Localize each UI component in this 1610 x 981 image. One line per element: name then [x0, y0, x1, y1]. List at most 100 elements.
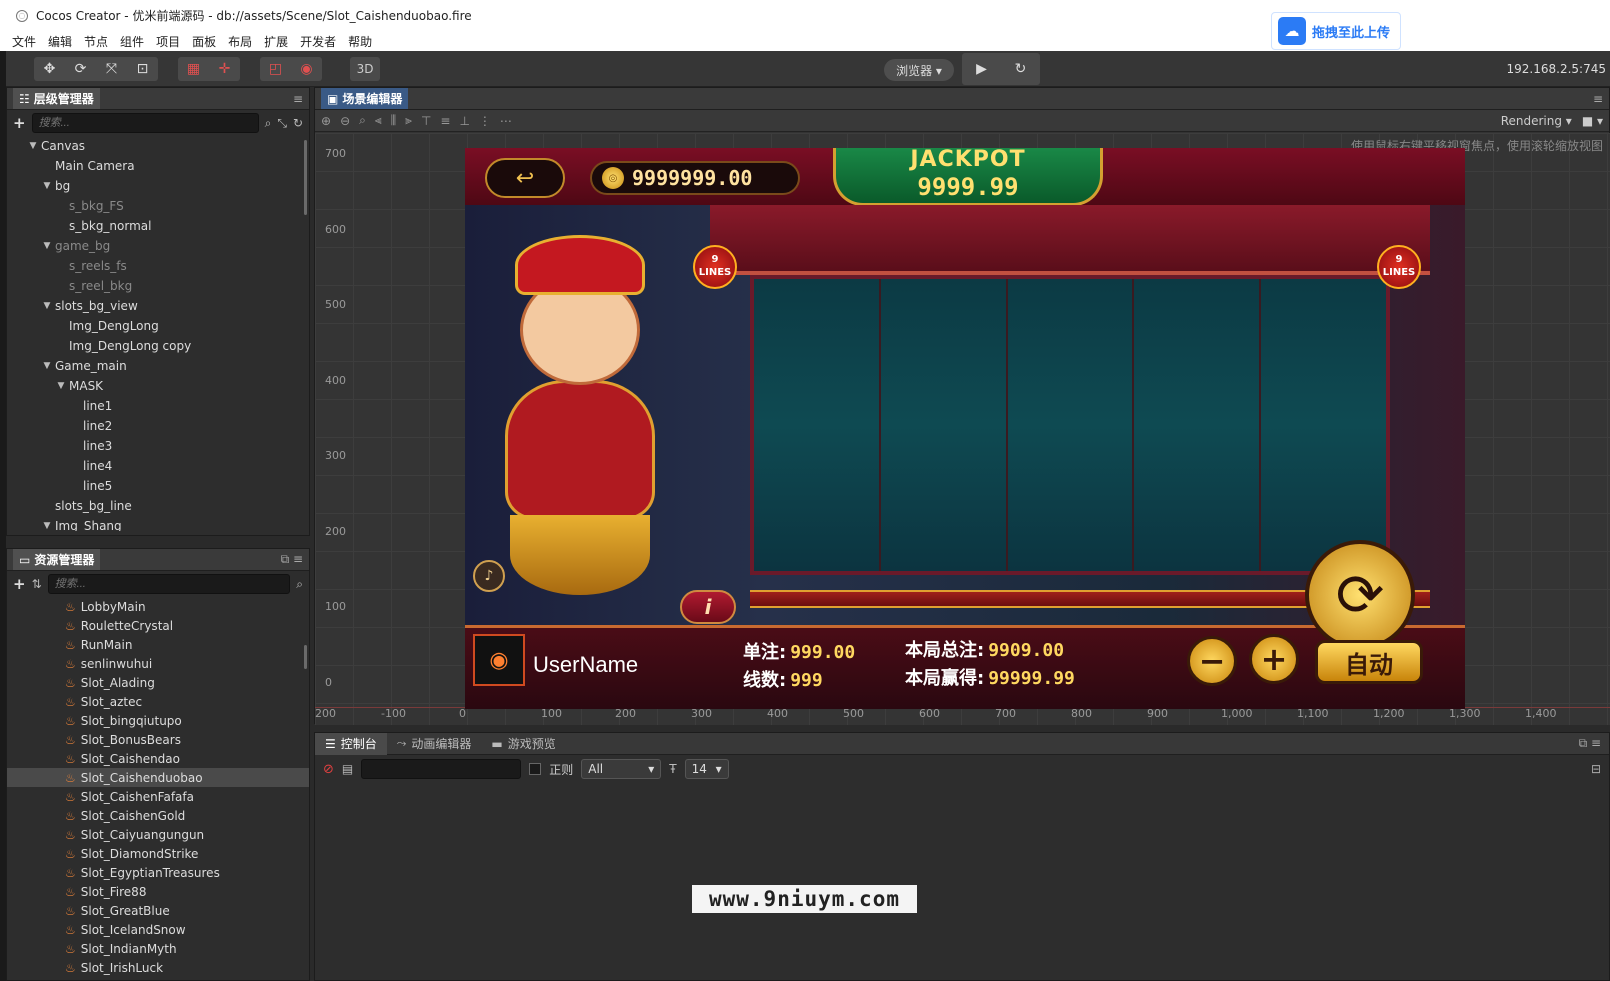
- assets-search-input[interactable]: [47, 574, 291, 594]
- align-top-icon[interactable]: ⊤: [421, 114, 431, 128]
- hierarchy-node[interactable]: ▼s_reels_fs: [7, 256, 309, 276]
- hierarchy-node[interactable]: ▼line4: [7, 456, 309, 476]
- menu-project[interactable]: 项目: [156, 33, 180, 50]
- collapse-console-icon[interactable]: ⊟: [1591, 762, 1601, 776]
- hierarchy-node[interactable]: ▼s_reel_bkg: [7, 276, 309, 296]
- center-icon[interactable]: ✛: [209, 57, 240, 81]
- align-right-icon[interactable]: ⫸: [405, 113, 412, 128]
- expand-arrow-icon[interactable]: ▼: [41, 301, 53, 311]
- asset-item[interactable]: ♨ LobbyMain: [7, 597, 309, 616]
- spin-button[interactable]: ⟳: [1305, 540, 1415, 650]
- avatar[interactable]: ◉: [473, 634, 525, 686]
- camera-icon[interactable]: ■ ▾: [1582, 114, 1603, 128]
- hierarchy-node[interactable]: ▼ Img_Shang: [7, 516, 309, 531]
- asset-item[interactable]: ♨ Slot_CaishenFafafa: [7, 787, 309, 806]
- rect-tool-icon[interactable]: ⊡: [127, 57, 158, 81]
- hierarchy-node[interactable]: ▼s_bkg_FS: [7, 196, 309, 216]
- expand-arrow-icon[interactable]: ▼: [41, 181, 53, 191]
- panel-menu-icon[interactable]: ≡: [1593, 92, 1603, 106]
- search-icon[interactable]: ⌕: [296, 577, 303, 592]
- scale-tool-icon[interactable]: ⤧: [96, 57, 127, 81]
- play-icon[interactable]: ▶: [962, 53, 1001, 85]
- asset-item[interactable]: ♨ Slot_EgyptianTreasures: [7, 863, 309, 882]
- collapse-icon[interactable]: ⤡: [277, 116, 287, 131]
- menu-layout[interactable]: 布局: [228, 33, 252, 50]
- tab-hierarchy[interactable]: ☷ 层级管理器: [13, 88, 100, 109]
- asset-item[interactable]: ♨ Slot_Caishenduobao: [7, 768, 309, 787]
- menu-node[interactable]: 节点: [84, 33, 108, 50]
- add-asset-icon[interactable]: +: [13, 575, 26, 593]
- pivot-icon[interactable]: ▦: [178, 57, 209, 81]
- upload-badge[interactable]: ☁ 拖拽至此上传: [1271, 12, 1401, 50]
- hierarchy-node[interactable]: ▼ Game_main: [7, 356, 309, 376]
- hierarchy-node[interactable]: ▼line2: [7, 416, 309, 436]
- clear-icon[interactable]: ⊘: [323, 762, 334, 777]
- asset-item[interactable]: ♨ Slot_Caishendao: [7, 749, 309, 768]
- distribute-v-icon[interactable]: ⋯: [500, 114, 512, 128]
- align-middle-icon[interactable]: ≡: [440, 114, 450, 128]
- game-canvas[interactable]: ↩ ◎ 9999999.00 JACKPOT 9999.99 9 LINES 9…: [465, 148, 1465, 709]
- console-filter-input[interactable]: [361, 759, 522, 779]
- asset-item[interactable]: ♨ RouletteCrystal: [7, 616, 309, 635]
- hierarchy-node[interactable]: ▼ Canvas: [7, 136, 309, 156]
- zoom-out-icon[interactable]: ⊖: [340, 114, 350, 128]
- preview-target-select[interactable]: 浏览器 ▾: [884, 59, 954, 81]
- tab-scene-editor[interactable]: ▣ 场景编辑器: [321, 88, 409, 109]
- global-space-icon[interactable]: ◉: [291, 57, 322, 81]
- menu-extension[interactable]: 扩展: [264, 33, 288, 50]
- menu-file[interactable]: 文件: [12, 33, 36, 50]
- font-size-select[interactable]: 14 ▾: [684, 759, 729, 779]
- panel-menu-icon[interactable]: ⧉ ≡: [281, 552, 303, 567]
- tab-animation-editor[interactable]: ⤳ 动画编辑器: [387, 733, 482, 755]
- minus-button[interactable]: −: [1187, 636, 1237, 686]
- assets-scrollbar[interactable]: [304, 645, 307, 669]
- asset-item[interactable]: ♨ Slot_IcelandSnow: [7, 920, 309, 939]
- asset-item[interactable]: ♨ Slot_aztec: [7, 692, 309, 711]
- distribute-h-icon[interactable]: ⋮: [479, 114, 491, 128]
- expand-arrow-icon[interactable]: ▼: [41, 241, 53, 251]
- regex-checkbox[interactable]: [529, 763, 542, 775]
- menu-help[interactable]: 帮助: [348, 33, 372, 50]
- asset-item[interactable]: ♨ Slot_BonusBears: [7, 730, 309, 749]
- panel-menu-icon[interactable]: ≡: [293, 92, 303, 106]
- hierarchy-search-input[interactable]: [31, 113, 259, 133]
- hierarchy-node[interactable]: ▼line3: [7, 436, 309, 456]
- hierarchy-node[interactable]: ▼Main Camera: [7, 156, 309, 176]
- asset-item[interactable]: ♨ Slot_GreatBlue: [7, 901, 309, 920]
- tab-console[interactable]: ☰ 控制台: [315, 732, 387, 755]
- expand-arrow-icon[interactable]: ▼: [55, 381, 67, 391]
- hierarchy-node[interactable]: ▼ slots_bg_view: [7, 296, 309, 316]
- asset-item[interactable]: ♨ Slot_IrishLuck: [7, 958, 309, 977]
- menu-edit[interactable]: 编辑: [48, 33, 72, 50]
- asset-item[interactable]: ♨ Slot_CaishenGold: [7, 806, 309, 825]
- hierarchy-node[interactable]: ▼ game_bg: [7, 236, 309, 256]
- zoom-reset-icon[interactable]: ⌕: [359, 113, 366, 128]
- log-file-icon[interactable]: ▤: [342, 762, 353, 776]
- local-space-icon[interactable]: ◰: [260, 57, 291, 81]
- hierarchy-node[interactable]: ▼line5: [7, 476, 309, 496]
- asset-item[interactable]: ♨ RunMain: [7, 635, 309, 654]
- expand-arrow-icon[interactable]: ▼: [27, 141, 39, 151]
- align-center-icon[interactable]: ⫼: [391, 113, 397, 128]
- 3d-toggle-button[interactable]: 3D: [350, 57, 380, 81]
- align-left-icon[interactable]: ⫷: [375, 113, 382, 128]
- asset-item[interactable]: ♨ Slot_Caiyuangungun: [7, 825, 309, 844]
- menu-component[interactable]: 组件: [120, 33, 144, 50]
- hierarchy-node[interactable]: ▼slots_bg_line: [7, 496, 309, 516]
- refresh-icon[interactable]: ↻: [293, 116, 303, 130]
- search-icon[interactable]: ⌕: [265, 116, 272, 131]
- scene-viewport[interactable]: 使用鼠标右键平移视窗焦点，使用滚轮缩放视图 700 600 500 400 300 200…: [315, 133, 1610, 725]
- tab-assets[interactable]: ▭ 资源管理器: [13, 549, 101, 570]
- asset-item[interactable]: ♨ Slot_Alading: [7, 673, 309, 692]
- rendering-select[interactable]: Rendering ▾: [1501, 114, 1572, 128]
- hierarchy-node[interactable]: ▼Img_DengLong: [7, 316, 309, 336]
- back-button[interactable]: ↩: [485, 158, 565, 198]
- menu-developer[interactable]: 开发者: [300, 33, 336, 50]
- asset-item[interactable]: ♨ Slot_DiamondStrike: [7, 844, 309, 863]
- asset-item[interactable]: ♨ Slot_Fire88: [7, 882, 309, 901]
- log-level-select[interactable]: All ▾: [581, 759, 662, 779]
- hierarchy-node[interactable]: ▼line1: [7, 396, 309, 416]
- menu-panel[interactable]: 面板: [192, 33, 216, 50]
- plus-button[interactable]: +: [1249, 634, 1299, 684]
- asset-item[interactable]: ♨ Slot_bingqiutupo: [7, 711, 309, 730]
